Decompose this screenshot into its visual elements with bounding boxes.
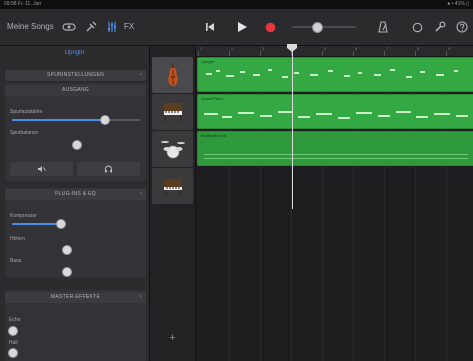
track-settings-header[interactable]: SPURINSTELLUNGEN › — [5, 70, 146, 81]
track-header-drums[interactable] — [152, 131, 193, 167]
speaker-mute-icon — [38, 166, 46, 172]
midi-region[interactable]: Grand Piano — [197, 94, 473, 129]
bass-label: Bass — [10, 258, 22, 264]
solo-button[interactable] — [77, 162, 140, 176]
playhead[interactable] — [292, 44, 293, 209]
my-songs-button[interactable]: Meine Songs — [7, 22, 54, 31]
drum-kit-icon — [160, 141, 185, 159]
region-name: Beatmaker Kit — [201, 133, 227, 138]
status-battery: ● • 41% ▯ — [447, 1, 469, 7]
echo-label: Echo — [9, 317, 21, 323]
track-controls-panel: Upright SPURINSTELLUNGEN › AUSGANG Spurl… — [0, 46, 150, 361]
track-volume-slider[interactable] — [12, 115, 140, 125]
status-time: 09:58 Fr. 11. Jan — [4, 1, 42, 7]
toolbar: Meine Songs FX — [0, 9, 473, 46]
rewind-icon[interactable] — [203, 20, 217, 34]
track-settings-label: SPURINSTELLUNGEN — [46, 72, 105, 78]
headphones-icon — [105, 165, 112, 173]
master-volume-knob[interactable] — [312, 22, 323, 33]
fx-button[interactable]: FX — [124, 22, 134, 31]
treble-knob[interactable] — [62, 245, 72, 255]
bass-knob[interactable] — [62, 267, 72, 277]
chevron-right-icon: › — [139, 72, 142, 78]
bar-number: 2 — [231, 46, 234, 51]
settings-wrench-icon[interactable] — [433, 20, 447, 34]
upright-bass-icon — [167, 63, 178, 86]
tracks-arrange-area[interactable]: Upright Grand Piano Beatmaker Kit — [196, 57, 473, 361]
track-header-upright[interactable] — [152, 57, 193, 93]
plugins-eq-label: PLUG-INS & EQ — [55, 191, 96, 197]
track-name-title[interactable]: Upright — [0, 50, 149, 56]
track-header-electric-piano[interactable] — [152, 168, 193, 204]
track-volume-fill — [12, 119, 105, 121]
bar-number: 6 — [355, 46, 358, 51]
track-headers: + — [150, 46, 196, 361]
compressor-fill — [12, 223, 58, 225]
compressor-control[interactable] — [12, 219, 140, 229]
master-effects-header[interactable]: MASTER-EFFEKTE › — [5, 292, 146, 303]
plugins-eq-header[interactable]: PLUG-INS & EQ › — [5, 189, 146, 200]
mute-button[interactable] — [10, 162, 73, 176]
treble-label: Höhen — [10, 236, 25, 242]
add-track-button[interactable]: + — [150, 332, 195, 344]
track-lane: Grand Piano — [196, 94, 473, 130]
master-volume-slider[interactable] — [292, 22, 356, 33]
track-lane: Upright — [196, 57, 473, 93]
reverb-label: Hall — [9, 340, 18, 346]
echo-knob[interactable] — [8, 326, 18, 336]
metronome-icon[interactable] — [376, 20, 390, 34]
track-header-piano[interactable] — [152, 94, 193, 130]
electric-piano-icon — [163, 179, 182, 196]
output-header: AUSGANG — [5, 85, 146, 96]
bar-number: 8 — [417, 46, 420, 51]
midi-region[interactable]: Upright — [197, 57, 473, 92]
compressor-knob[interactable] — [56, 219, 66, 229]
master-effects-label: MASTER-EFFEKTE — [50, 294, 101, 300]
help-icon[interactable] — [455, 20, 469, 34]
bar-number: 3 — [262, 46, 265, 51]
track-pan-knob[interactable] — [72, 140, 82, 150]
record-icon[interactable] — [262, 19, 278, 35]
track-volume-label: Spurlautstärke — [10, 109, 43, 115]
bar-number: 5 — [324, 46, 327, 51]
track-pan-label: Spurbalance — [10, 130, 39, 136]
loop-browser-icon[interactable] — [410, 20, 424, 34]
plugins-eq-section — [5, 188, 146, 278]
browser-icon[interactable] — [62, 21, 76, 33]
track-lane: Beatmaker Kit — [196, 131, 473, 167]
chevron-right-icon: › — [139, 294, 142, 300]
track-lane-empty — [196, 168, 473, 204]
output-label: AUSGANG — [61, 87, 90, 93]
bar-number: 1 — [200, 46, 203, 51]
reverb-knob[interactable] — [8, 348, 18, 358]
chevron-right-icon: › — [139, 191, 142, 197]
piano-icon — [163, 103, 182, 122]
timeline-ruler[interactable]: 1 2 3 4 5 6 7 8 9 — [196, 46, 473, 57]
region-name: Upright — [201, 59, 214, 64]
bar-number: 7 — [386, 46, 389, 51]
track-volume-knob[interactable] — [100, 115, 110, 125]
status-bar: 09:58 Fr. 11. Jan ● • 41% ▯ — [0, 0, 473, 9]
smart-controls-icon[interactable] — [84, 20, 98, 34]
drummer-region[interactable]: Beatmaker Kit — [197, 131, 473, 166]
bar-number: 9 — [448, 46, 451, 51]
mixer-icon[interactable] — [105, 20, 119, 34]
compressor-label: Kompressor — [10, 213, 37, 219]
playhead-handle-icon[interactable] — [286, 40, 298, 52]
region-name: Grand Piano — [201, 96, 224, 101]
play-icon[interactable] — [234, 19, 250, 35]
